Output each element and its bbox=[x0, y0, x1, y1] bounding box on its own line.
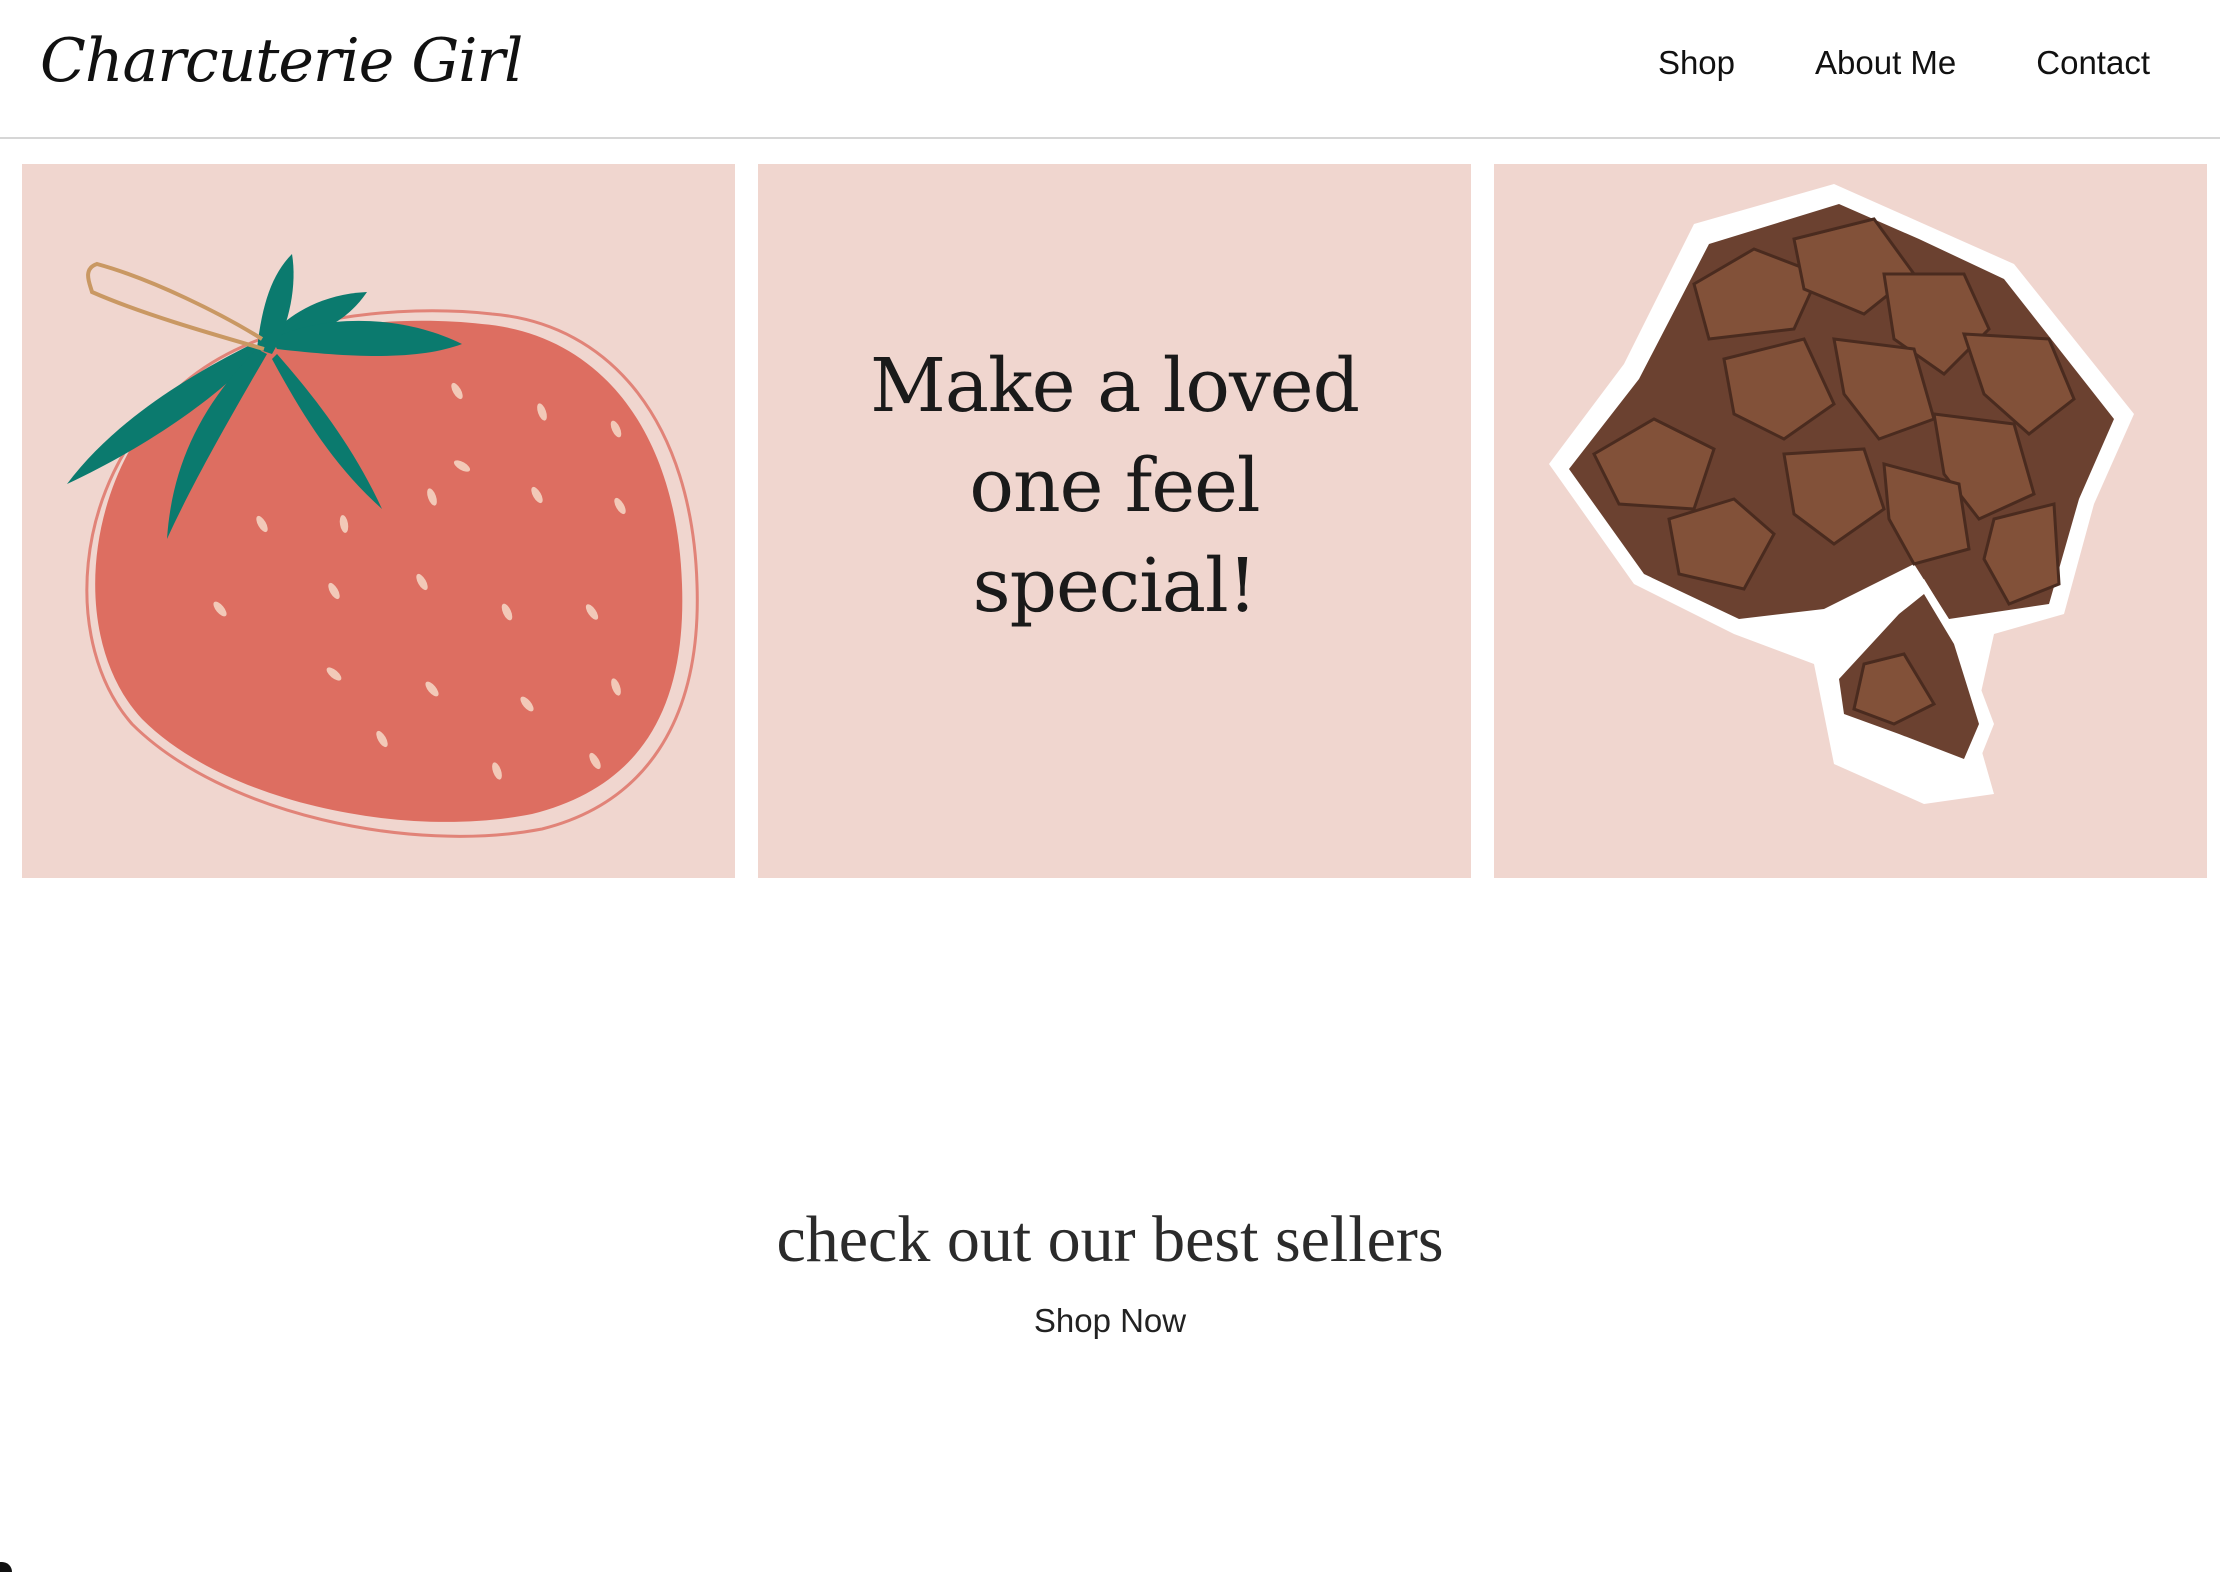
brand-logo[interactable]: Charcuterie Girl bbox=[40, 26, 523, 96]
strawberry-tile bbox=[22, 164, 735, 878]
tagline-text: Make a loved one feel special! bbox=[870, 343, 1360, 629]
corner-decoration bbox=[0, 1562, 12, 1572]
shop-now-link[interactable]: Shop Now bbox=[1034, 1302, 1186, 1340]
main-nav: Shop About Me Contact bbox=[1658, 44, 2150, 82]
nav-contact[interactable]: Contact bbox=[2036, 44, 2150, 82]
tagline-tile: Make a loved one feel special! bbox=[758, 164, 1471, 878]
nav-shop[interactable]: Shop bbox=[1658, 44, 1735, 82]
strawberry-icon bbox=[67, 254, 699, 838]
site-header: Charcuterie Girl Shop About Me Contact bbox=[0, 0, 2220, 139]
chocolate-bar-icon bbox=[1549, 184, 2134, 804]
nav-about-me[interactable]: About Me bbox=[1815, 44, 1956, 82]
best-sellers-section: check out our best sellers Shop Now bbox=[0, 1200, 2220, 1340]
best-sellers-heading: check out our best sellers bbox=[776, 1203, 1444, 1276]
chocolate-tile bbox=[1494, 164, 2207, 878]
hero-tiles: Make a loved one feel special! bbox=[22, 164, 2207, 878]
